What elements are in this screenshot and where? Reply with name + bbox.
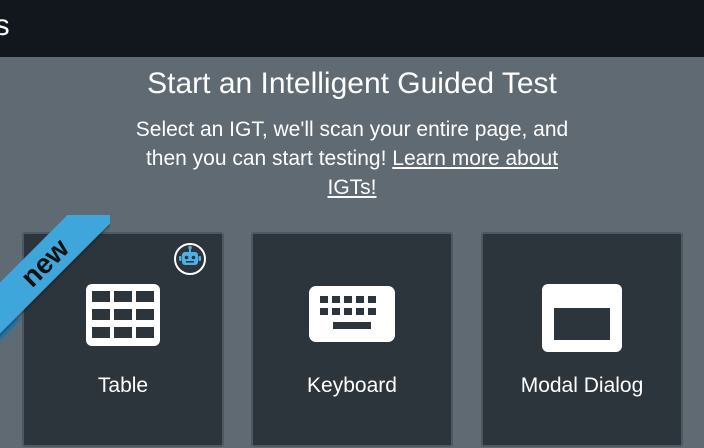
top-bar: ls bbox=[0, 0, 704, 57]
top-bar-title: ls bbox=[0, 9, 10, 42]
modal-dialog-icon bbox=[483, 282, 681, 360]
page-heading: Start an Intelligent Guided Test bbox=[147, 67, 557, 100]
ribbon-fold bbox=[0, 319, 22, 341]
card-label: Keyboard bbox=[307, 374, 397, 397]
page-description: Select an IGT, we'll scan your entire pa… bbox=[127, 115, 577, 202]
card-label: Modal Dialog bbox=[520, 374, 644, 397]
igt-card-modal-dialog[interactable]: Modal Dialog bbox=[481, 232, 683, 447]
igt-card-table[interactable]: Table bbox=[22, 232, 224, 447]
card-label: Table bbox=[97, 374, 149, 397]
table-icon bbox=[24, 282, 222, 360]
keyboard-icon bbox=[253, 282, 451, 360]
igt-card-keyboard[interactable]: Keyboard bbox=[251, 232, 453, 447]
robot-icon bbox=[173, 242, 207, 276]
